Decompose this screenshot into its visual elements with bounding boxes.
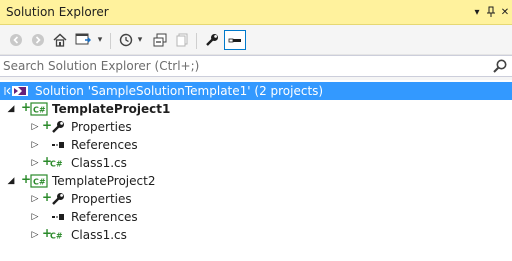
tree-item-label: References — [71, 210, 138, 224]
sync-icon[interactable] — [74, 31, 94, 49]
history-dropdown-icon[interactable]: ▾ — [136, 31, 144, 49]
search-input[interactable] — [3, 58, 483, 74]
svg-text:C#: C# — [33, 178, 46, 187]
svg-text:C#: C# — [50, 160, 63, 169]
collapsed-arrow-icon[interactable]: ▷ — [30, 139, 40, 151]
solution-label: Solution 'SampleSolutionTemplate1' (2 pr… — [35, 84, 324, 98]
properties-icon[interactable] — [204, 31, 220, 49]
solution-icon — [4, 84, 30, 98]
csharp-file-icon: C# — [50, 228, 66, 242]
wrench-icon — [50, 192, 66, 206]
pin-icon[interactable] — [484, 4, 498, 20]
tree-item-label: References — [71, 138, 138, 152]
collapsed-arrow-icon[interactable]: ▷ — [30, 121, 40, 133]
tree-item-label: Class1.cs — [71, 228, 127, 242]
collapsed-arrow-icon[interactable]: ▷ — [30, 211, 40, 223]
tree-item-label: Class1.cs — [71, 156, 127, 170]
project-label: TemplateProject1 — [52, 102, 171, 116]
project-label: TemplateProject2 — [52, 174, 156, 188]
panel-titlebar: Solution Explorer ▾ ✕ — [0, 0, 512, 25]
svg-text:C#: C# — [50, 232, 63, 241]
tree-item-references[interactable]: ▷ References — [0, 208, 512, 226]
show-all-files-icon[interactable] — [174, 31, 190, 49]
back-icon[interactable] — [8, 31, 24, 49]
tree-item-file[interactable]: ▷ + C# Class1.cs — [0, 154, 512, 172]
search-icon[interactable] — [492, 58, 508, 74]
tree-item-properties[interactable]: ▷ + Properties — [0, 118, 512, 136]
collapsed-arrow-icon[interactable]: ▷ — [30, 229, 40, 241]
close-icon[interactable]: ✕ — [498, 4, 512, 20]
dropdown-icon[interactable]: ▾ — [470, 4, 484, 20]
sync-dropdown-icon[interactable]: ▾ — [96, 31, 104, 49]
solution-tree: Solution 'SampleSolutionTemplate1' (2 pr… — [0, 80, 512, 261]
collapsed-arrow-icon[interactable]: ▷ — [30, 157, 40, 169]
collapsed-arrow-icon[interactable]: ▷ — [30, 193, 40, 205]
search-box — [0, 55, 512, 77]
tree-item-project[interactable]: ◢ + C# TemplateProject1 — [0, 100, 512, 118]
expanded-arrow-icon[interactable]: ◢ — [6, 175, 16, 187]
tree-item-solution[interactable]: Solution 'SampleSolutionTemplate1' (2 pr… — [0, 82, 512, 100]
collapse-all-icon[interactable] — [152, 31, 168, 49]
expanded-arrow-icon[interactable]: ◢ — [6, 103, 16, 115]
references-icon — [50, 210, 66, 224]
tree-item-file[interactable]: ▷ + C# Class1.cs — [0, 226, 512, 244]
toolbar-separator — [196, 33, 197, 49]
csharp-project-icon: C# — [30, 102, 48, 116]
preview-icon[interactable] — [224, 30, 246, 50]
tree-item-label: Properties — [71, 120, 132, 134]
references-icon — [50, 138, 66, 152]
tree-item-properties[interactable]: ▷ + Properties — [0, 190, 512, 208]
tree-item-label: Properties — [71, 192, 132, 206]
tree-item-project[interactable]: ◢ + C# TemplateProject2 — [0, 172, 512, 190]
csharp-file-icon: C# — [50, 156, 66, 170]
tree-item-references[interactable]: ▷ References — [0, 136, 512, 154]
wrench-icon — [50, 120, 66, 134]
csharp-project-icon: C# — [30, 174, 48, 188]
toolbar: ▾ ▾ — [0, 25, 512, 55]
home-icon[interactable] — [52, 31, 68, 49]
panel-title: Solution Explorer — [6, 5, 109, 19]
toolbar-separator — [110, 33, 111, 49]
forward-icon[interactable] — [30, 31, 46, 49]
svg-text:C#: C# — [33, 106, 46, 115]
history-icon[interactable] — [118, 31, 134, 49]
